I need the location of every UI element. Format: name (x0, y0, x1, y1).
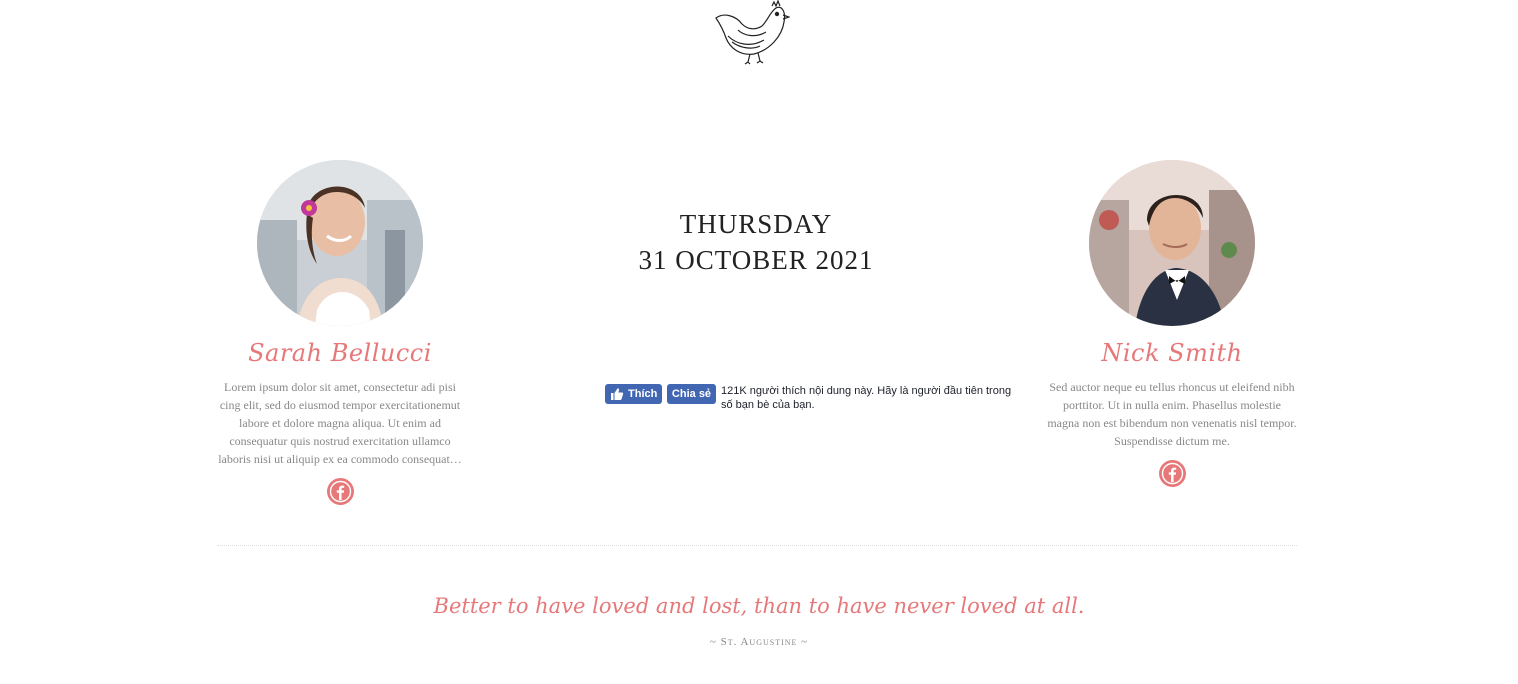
groom-bio: Sed auctor neque eu tellus rhoncus ut el… (1047, 380, 1297, 448)
bride-avatar (257, 160, 423, 326)
bride-bio: Lorem ipsum dolor sit amet, consectetur … (218, 380, 462, 466)
event-full-date: 31 OCTOBER 2021 (638, 245, 874, 275)
bride-profile: Sarah Bellucci Lorem ipsum dolor sit ame… (210, 160, 470, 505)
groom-avatar (1089, 160, 1255, 326)
facebook-like-widget: Thích Chia sẻ 121K người thích nội dung … (605, 383, 1025, 419)
bride-facebook-icon[interactable] (326, 478, 354, 505)
groom-name: Nick Smith (1101, 339, 1243, 367)
facebook-like-label: Thích (628, 388, 658, 400)
groom-facebook-icon[interactable] (1158, 460, 1186, 487)
event-date: THURSDAY 31 OCTOBER 2021 (600, 206, 912, 278)
facebook-like-button[interactable]: Thích (605, 384, 662, 404)
quote-text: Better to have loved and lost, than to h… (433, 594, 1085, 618)
event-weekday: THURSDAY (679, 209, 833, 239)
facebook-share-button[interactable]: Chia sẻ (667, 384, 716, 404)
facebook-social-text: 121K người thích nội dung này. Hãy là ng… (721, 385, 1012, 411)
thumbs-up-icon (611, 388, 624, 400)
quote-author: ~ St. Augustine ~ (709, 636, 809, 648)
section-divider (217, 545, 1297, 546)
bride-name: Sarah Bellucci (248, 339, 432, 367)
page: Sarah Bellucci Lorem ipsum dolor sit ame… (0, 0, 1518, 684)
groom-profile: Nick Smith Sed auctor neque eu tellus rh… (1042, 160, 1302, 487)
bird-logo-icon (710, 0, 791, 68)
